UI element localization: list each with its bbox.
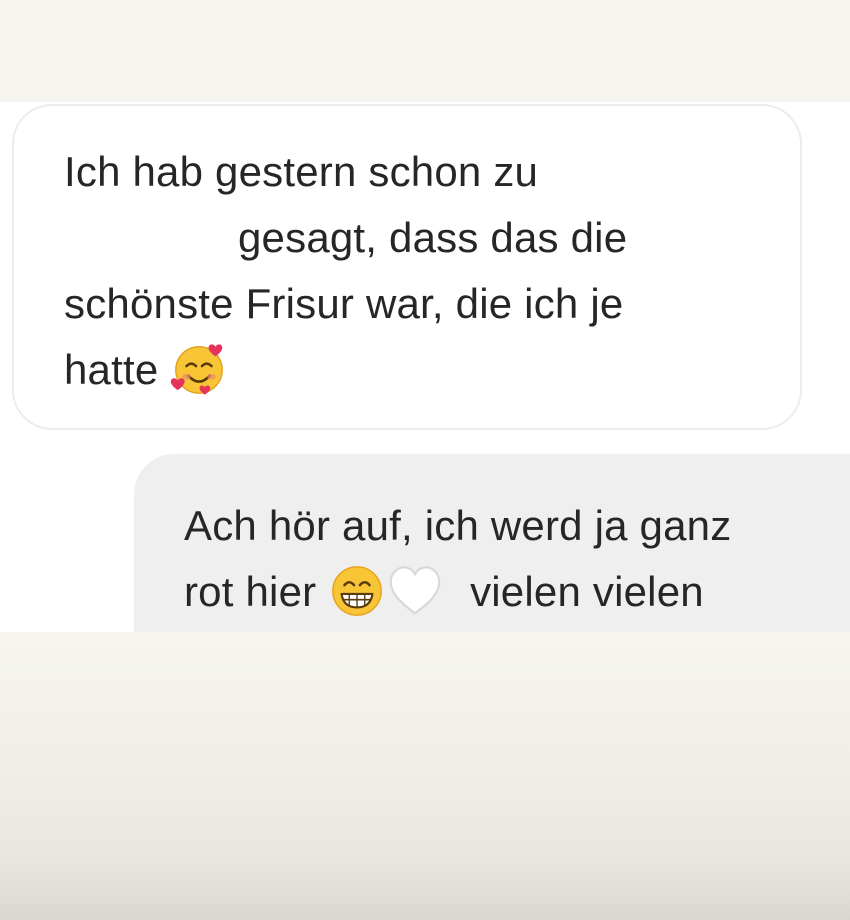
message-line-text: rot hier xyxy=(184,568,317,615)
message-line-text: hatte xyxy=(64,346,159,393)
message-line: Ach hör auf, ich werd ja ganz xyxy=(184,502,732,549)
smiling-face-with-hearts-icon xyxy=(170,340,228,398)
sent-message-bubble[interactable]: Ach hör auf, ich werd ja ganz rot hier v… xyxy=(134,454,850,632)
screen: Ich hab gestern schon zu gesagt, dass da… xyxy=(0,0,850,920)
received-message-bubble[interactable]: Ich hab gestern schon zu gesagt, dass da… xyxy=(12,104,802,430)
message-line-last: hatte xyxy=(64,338,228,402)
message-line-text: vielen vielen xyxy=(470,568,704,615)
message-line: gesagt, dass das die xyxy=(238,214,628,261)
grinning-face-icon xyxy=(328,562,386,620)
message-line-with-emojis: rot hier vielen vielen xyxy=(184,560,704,624)
chat-thread[interactable]: Ich hab gestern schon zu gesagt, dass da… xyxy=(0,102,850,632)
message-line: schönste Frisur war, die ich je xyxy=(64,280,624,327)
white-heart-icon xyxy=(386,562,444,620)
message-line: Ich hab gestern schon zu xyxy=(64,148,539,195)
